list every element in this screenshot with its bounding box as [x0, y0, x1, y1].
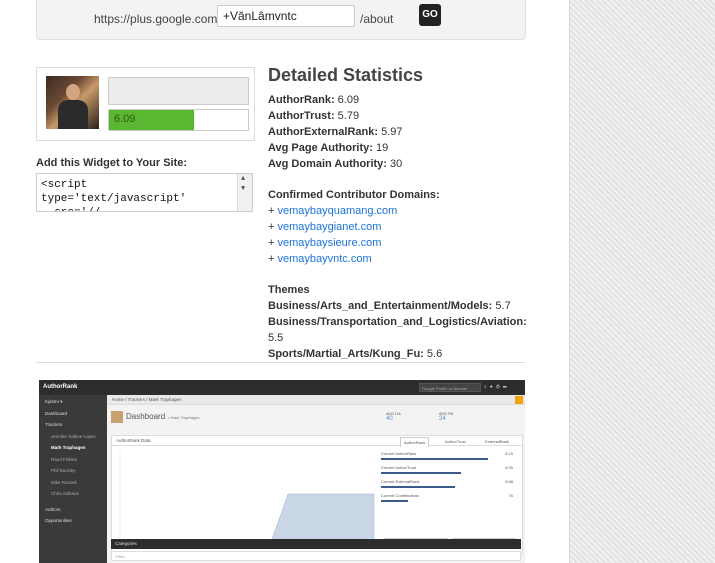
preview-sidebar-item: Kjastro ▾ — [45, 399, 63, 404]
preview-sidebar-item: Opportunities — [45, 518, 72, 523]
theme-value: 5.5 — [268, 332, 284, 344]
domain-item: + vemaybaysieure.com — [268, 237, 382, 249]
preview-top-icons: ⌕●⚙☰ — [484, 384, 510, 390]
profile-url-form: https://plus.google.com/ /about GO — [36, 0, 526, 40]
divider — [36, 362, 525, 363]
preview-sidebar-item: Mark Traphagen — [51, 445, 86, 450]
domain-link[interactable]: vemaybaysieure.com — [277, 237, 381, 249]
stat-value: 19 — [375, 142, 389, 154]
background-pattern — [569, 0, 715, 563]
preview-sidebar-item: Trackers — [45, 422, 63, 427]
preview-avg-pa: AVG PA 24 — [439, 411, 454, 422]
domains-heading: Confirmed Contributor Domains: — [268, 189, 440, 201]
stat-row: Avg Domain Authority: 30 — [268, 156, 528, 172]
theme-label: Sports/Martial_Arts/Kung_Fu: — [268, 348, 424, 360]
theme-row: Business/Arts_and_Entertainment/Models: … — [268, 298, 528, 314]
themes-heading: Themes — [268, 284, 310, 296]
preview-sidebar-item: Dashboard — [45, 410, 68, 416]
rank-progress-value: 6.09 — [114, 113, 136, 125]
preview-metric: Current ExternalRank 5.68 — [381, 479, 515, 488]
stat-value: 6.09 — [337, 94, 360, 106]
scroll-up-icon[interactable]: ▲ — [241, 175, 245, 183]
domain-item: + vemaybayquamang.com — [268, 205, 398, 217]
preview-dash-sub: • Mark Traphagen — [168, 415, 200, 420]
stat-value: 5.79 — [337, 110, 360, 122]
theme-value: 5.7 — [495, 300, 511, 312]
preview-metric: Current AuthorRank 8.15 — [381, 451, 515, 460]
embed-code-text[interactable]: <script type='text/javascript' src='//..… — [37, 174, 252, 211]
theme-row: Business/Transportation_and_Logistics/Av… — [268, 314, 528, 346]
preview-sidebar-item: Mike Russell — [51, 479, 77, 485]
preview-filter: Filter — [111, 551, 521, 561]
preview-dash-title: Dashboard — [126, 412, 166, 421]
dashboard-preview-image: AuthorRank Google Profile or Number ⌕●⚙☰… — [39, 380, 525, 563]
rank-progress-bar: 6.09 — [108, 109, 249, 131]
preview-metric: Current Contributions 76 — [381, 493, 515, 502]
stat-label: Avg Page Authority: — [268, 142, 373, 154]
go-button[interactable]: GO — [419, 4, 441, 26]
detailed-statistics: Detailed Statistics AuthorRank: 6.09 Auth… — [268, 64, 528, 362]
preview-sidebar-item: Authors — [45, 506, 61, 512]
stat-row: AuthorExternalRank: 5.97 — [268, 124, 528, 140]
preview-topbar: AuthorRank Google Profile or Number ⌕●⚙☰ — [39, 380, 525, 395]
profile-id-input[interactable] — [217, 5, 355, 27]
scroll-down-icon[interactable]: ▼ — [241, 185, 245, 193]
domain-link[interactable]: vemaybaygianet.com — [277, 221, 381, 233]
domain-link[interactable]: vemaybayvntc.com — [277, 253, 371, 265]
embed-code-textarea[interactable]: <script type='text/javascript' src='//..… — [36, 173, 253, 212]
theme-label: Business/Arts_and_Entertainment/Models: — [268, 300, 493, 312]
add-widget-heading: Add this Widget to Your Site: — [36, 157, 188, 169]
stat-row: Avg Page Authority: 19 — [268, 140, 528, 156]
stats-title: Detailed Statistics — [268, 65, 424, 85]
preview-chart-panel: AuthorRank Data AuthorRank AuthorTrust Ext… — [111, 435, 523, 555]
preview-categories-bar: Categories — [111, 539, 521, 549]
preview-area-chart — [119, 452, 375, 543]
url-prefix: https://plus.google.com/ — [94, 12, 221, 26]
preview-sidebar-item: Phil Buckley — [51, 468, 76, 473]
preview-sidebar-item: Chris Aldhaus — [51, 491, 79, 496]
preview-search: Google Profile or Number — [419, 383, 481, 392]
preview-sidebar: Kjastro ▾ Dashboard Trackers Jennifer Sabin… — [39, 395, 107, 563]
stat-label: Avg Domain Authority: — [268, 158, 387, 170]
stat-label: AuthorExternalRank: — [268, 126, 379, 138]
stat-label: AuthorRank: — [268, 94, 335, 106]
theme-label: Business/Transportation_and_Logistics/Av… — [268, 316, 527, 328]
code-scrollbar[interactable]: ▲ ▼ — [237, 174, 252, 211]
preview-sidebar-item: Jennifer Sabine Lopez — [51, 433, 96, 439]
preview-logo: AuthorRank — [43, 384, 78, 390]
preview-dash-avatar — [111, 411, 123, 423]
authorrank-widget: 6.09 — [36, 67, 255, 141]
stat-row: AuthorTrust: 5.79 — [268, 108, 528, 124]
url-suffix: /about — [360, 12, 394, 26]
preview-avg-da: AVG DA 40 — [386, 411, 401, 422]
domain-item: + vemaybayvntc.com — [268, 253, 372, 265]
stat-value: 5.97 — [381, 126, 403, 138]
theme-value: 5.6 — [426, 348, 443, 360]
stat-value: 30 — [390, 158, 403, 170]
stat-row: AuthorRank: 6.09 — [268, 92, 528, 108]
avatar — [46, 76, 99, 129]
domain-link[interactable]: vemaybayquamang.com — [277, 205, 397, 217]
domain-item: + vemaybaygianet.com — [268, 221, 382, 233]
preview-tab: AuthorTrust — [445, 439, 466, 444]
preview-tab: AuthorRank — [400, 437, 430, 447]
preview-metric: Current AuthorTrust 6.09 — [381, 465, 515, 474]
stat-label: AuthorTrust: — [268, 110, 335, 122]
preview-sidebar-item: Rand Fishkin — [51, 456, 78, 462]
theme-row: Sports/Martial_Arts/Kung_Fu: 5.6 — [268, 346, 528, 362]
name-bar — [108, 77, 249, 105]
preview-breadcrumb: Home / Trackers / Mark Traphagen — [107, 395, 525, 405]
preview-tab: ExternalRank — [485, 439, 510, 444]
